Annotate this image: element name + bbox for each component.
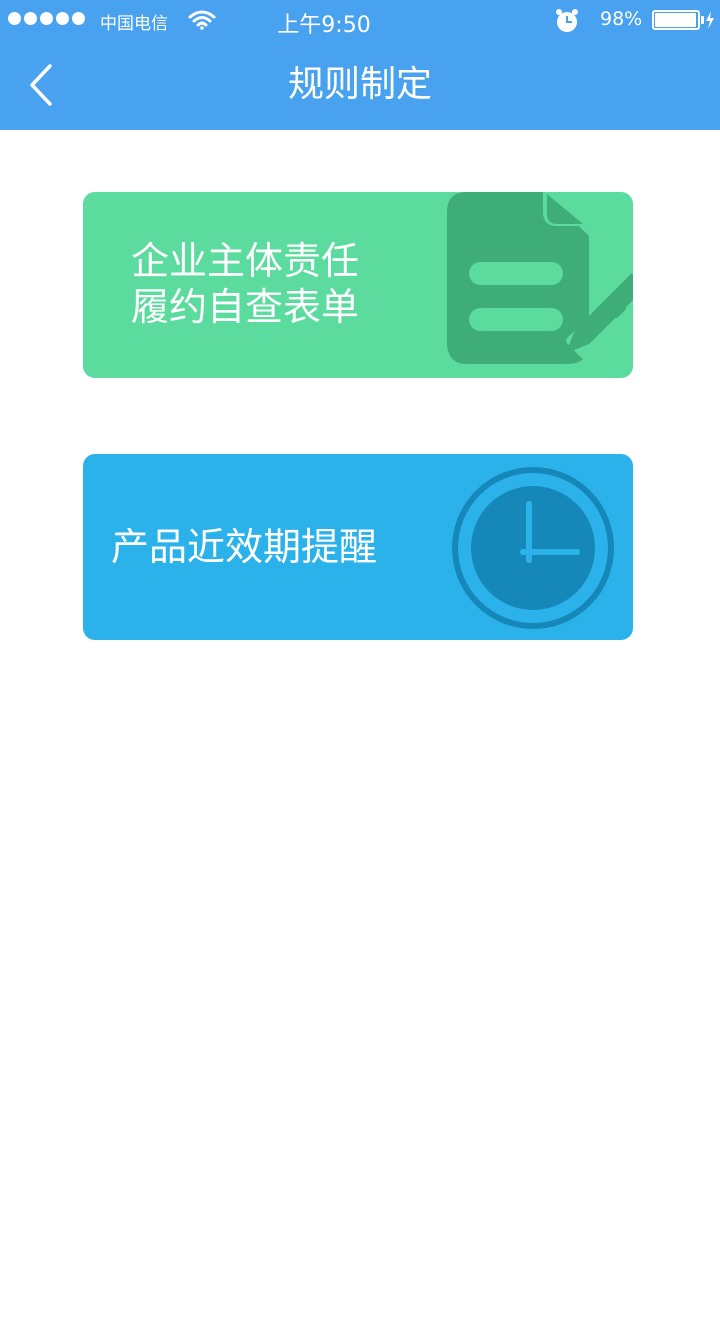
self-check-form-label-line2: 履约自查表单: [131, 285, 360, 329]
self-check-form-label-line1: 企业主体责任: [131, 239, 360, 283]
page-title: 规则制定: [287, 64, 432, 105]
top-header: 中国电信 上午9:50 98% 规则制定: [0, 0, 720, 130]
alarm-icon: [556, 9, 578, 32]
status-bar: 中国电信 上午9:50 98%: [0, 0, 720, 40]
document-edit-icon: [447, 192, 633, 364]
self-check-form-label: 企业主体责任 履约自查表单: [131, 238, 359, 330]
expiry-reminder-card[interactable]: 产品近效期提醒: [83, 454, 633, 640]
battery-percent: 98%: [600, 8, 643, 30]
battery-icon: [652, 10, 700, 30]
self-check-form-card[interactable]: 企业主体责任 履约自查表单: [83, 192, 633, 378]
clock-icon: [452, 467, 614, 629]
expiry-reminder-label: 产品近效期提醒: [111, 525, 378, 569]
battery-tip: [701, 16, 704, 24]
charging-bolt-icon: [706, 11, 714, 29]
